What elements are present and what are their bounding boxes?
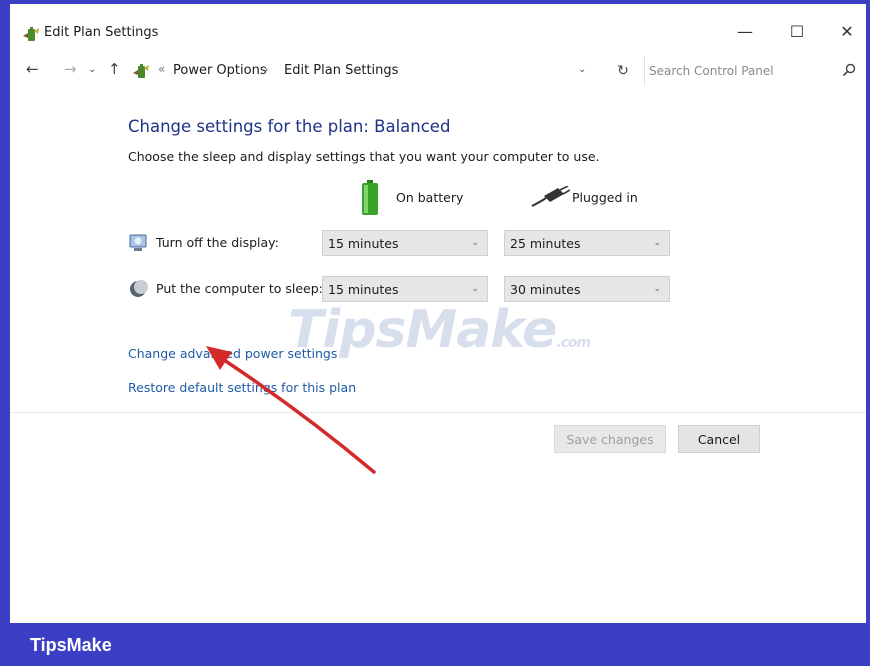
address-dropdown-icon[interactable]: ⌄ — [578, 64, 586, 75]
sleep-moon-icon — [130, 280, 148, 297]
search-icon[interactable] — [841, 62, 857, 78]
control-panel-icon — [133, 64, 149, 78]
footer-brand: TipsMake — [30, 635, 112, 655]
recent-locations-button[interactable]: ⌄ — [88, 64, 96, 75]
restore-default-settings-link[interactable]: Restore default settings for this plan — [128, 380, 356, 395]
title-bar: Edit Plan Settings — ☐ ✕ — [10, 4, 866, 46]
sleep-plugged-in-value: 30 minutes — [510, 282, 581, 297]
display-timeout-label: Turn off the display: — [156, 235, 279, 250]
page-description: Choose the sleep and display settings th… — [128, 149, 600, 164]
refresh-button[interactable]: ↻ — [608, 56, 638, 86]
plug-icon — [531, 186, 570, 207]
breadcrumb-overflow[interactable]: « — [158, 62, 165, 76]
display-plugged-in-value: 25 minutes — [510, 236, 581, 251]
power-options-icon — [23, 27, 39, 41]
sleep-timeout-row: Put the computer to sleep: 15 minutes ⌄ … — [128, 276, 688, 302]
breadcrumb-chevron-icon[interactable]: › — [264, 63, 268, 76]
address-bar[interactable]: « Power Options › Edit Plan Settings ⌄ — [128, 56, 608, 86]
chevron-down-icon: ⌄ — [471, 238, 479, 248]
on-battery-label: On battery — [396, 190, 464, 205]
search-box — [644, 56, 862, 86]
chevron-down-icon: ⌄ — [471, 284, 479, 294]
up-button[interactable]: ↑ — [108, 60, 121, 78]
sleep-timeout-label: Put the computer to sleep: — [156, 281, 323, 296]
sleep-plugged-in-select[interactable]: 30 minutes ⌄ — [504, 276, 670, 302]
sleep-on-battery-value: 15 minutes — [328, 282, 399, 297]
page-title: Change settings for the plan: Balanced — [128, 117, 451, 136]
chevron-down-icon: ⌄ — [653, 238, 661, 248]
breadcrumb-power-options[interactable]: Power Options — [173, 63, 267, 78]
display-timeout-row: Turn off the display: 15 minutes ⌄ 25 mi… — [128, 230, 688, 256]
window-title: Edit Plan Settings — [44, 25, 159, 40]
sleep-on-battery-select[interactable]: 15 minutes ⌄ — [322, 276, 488, 302]
cancel-button[interactable]: Cancel — [678, 425, 760, 453]
footer-banner: TipsMake — [0, 623, 870, 666]
display-icon — [129, 234, 147, 251]
control-panel-window: Edit Plan Settings — ☐ ✕ ← → ⌄ ↑ « Power… — [10, 4, 866, 623]
back-button[interactable]: ← — [26, 60, 39, 78]
navigation-bar: ← → ⌄ ↑ « Power Options › Edit Plan Sett… — [10, 54, 866, 88]
plugged-in-label: Plugged in — [572, 190, 638, 205]
display-plugged-in-select[interactable]: 25 minutes ⌄ — [504, 230, 670, 256]
battery-icon — [362, 180, 378, 215]
forward-button[interactable]: → — [64, 60, 77, 78]
watermark-suffix: .com — [556, 335, 591, 351]
change-advanced-power-settings-link[interactable]: Change advanced power settings — [128, 346, 337, 361]
chevron-down-icon: ⌄ — [653, 284, 661, 294]
display-on-battery-select[interactable]: 15 minutes ⌄ — [322, 230, 488, 256]
breadcrumb-edit-plan-settings[interactable]: Edit Plan Settings — [284, 63, 398, 78]
display-on-battery-value: 15 minutes — [328, 236, 399, 251]
minimize-button[interactable]: — — [722, 16, 768, 46]
divider — [10, 412, 866, 413]
save-changes-button[interactable]: Save changes — [554, 425, 666, 453]
search-input[interactable] — [649, 60, 829, 82]
maximize-button[interactable]: ☐ — [774, 16, 820, 46]
close-button[interactable]: ✕ — [824, 16, 870, 46]
